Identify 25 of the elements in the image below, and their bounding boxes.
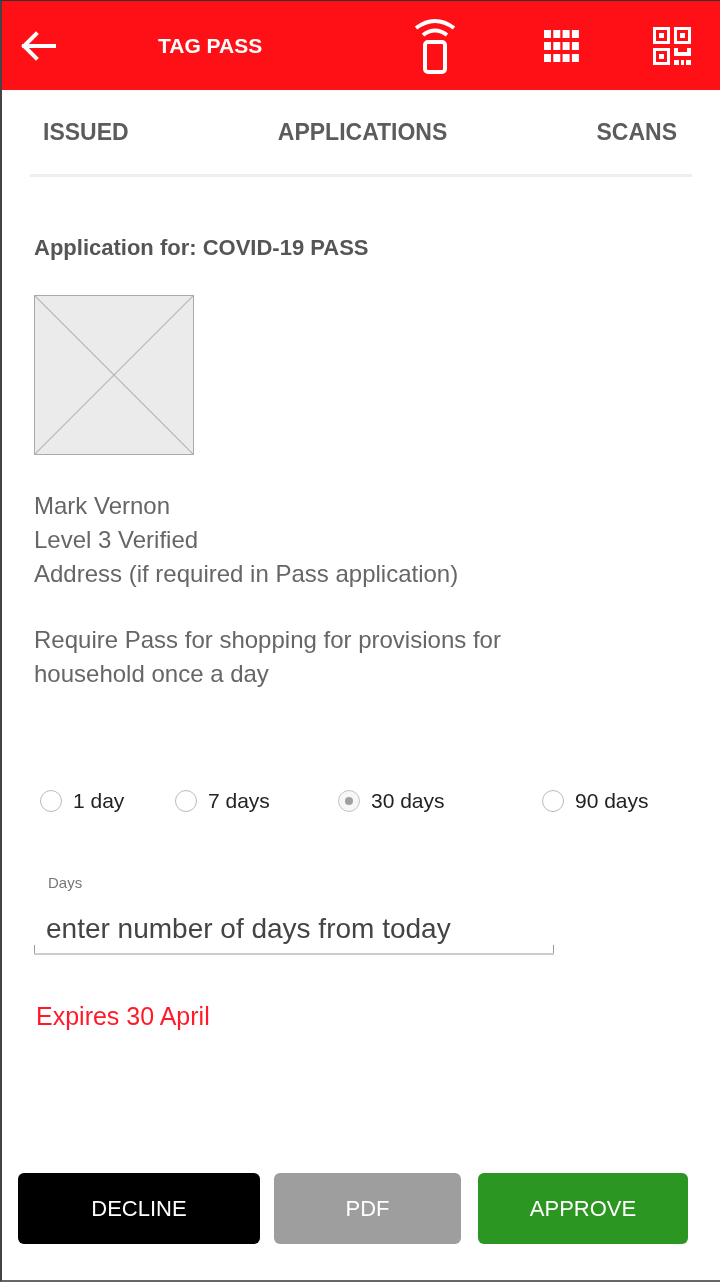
- qr-code-icon[interactable]: [653, 26, 691, 65]
- radio-label[interactable]: 7 days: [208, 786, 270, 816]
- approve-button[interactable]: APPROVE: [478, 1173, 688, 1244]
- radio-button[interactable]: [338, 790, 360, 812]
- address-line: Address (if required in Pass application): [34, 559, 459, 589]
- radio-button[interactable]: [542, 790, 564, 812]
- application-heading: Application for: COVID-19 PASS: [34, 234, 369, 262]
- grid-icon[interactable]: [544, 29, 579, 62]
- tab[interactable]: APPLICATIONS: [277, 118, 448, 146]
- verification-level: Level 3 Verified: [34, 525, 200, 555]
- field-label: Days: [48, 874, 83, 892]
- radio-button[interactable]: [40, 790, 62, 812]
- wireless-phone-icon[interactable]: [414, 17, 456, 74]
- radio-button[interactable]: [175, 790, 197, 812]
- radio-label[interactable]: 30 days: [371, 786, 445, 816]
- radio-label[interactable]: 1 day: [73, 786, 125, 816]
- application-reason: Require Pass for shopping for provisions for household once a day: [34, 625, 502, 689]
- radio-label[interactable]: 90 days: [575, 786, 649, 816]
- expiry-date: Expires 30 April: [35, 1001, 210, 1031]
- decline-button[interactable]: DECLINE: [18, 1173, 260, 1244]
- applicant-name: Mark Vernon: [34, 491, 172, 521]
- app-title: TAG PASS: [158, 33, 263, 58]
- tab[interactable]: SCANS: [596, 118, 677, 146]
- back-icon[interactable]: [20, 30, 56, 61]
- tab[interactable]: ISSUED: [43, 118, 129, 146]
